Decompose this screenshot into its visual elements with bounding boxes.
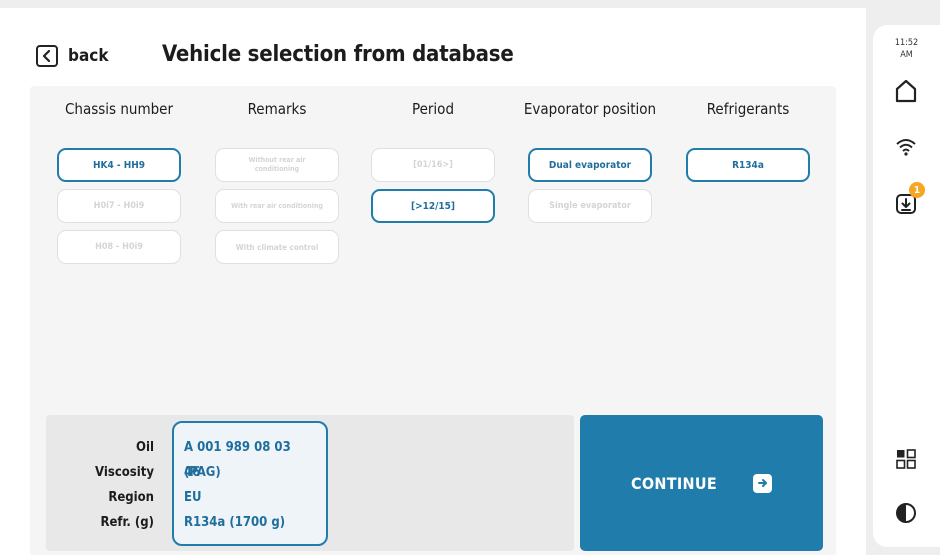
option-period-2[interactable]: [>12/15]	[371, 189, 495, 223]
wifi-icon[interactable]	[892, 133, 920, 161]
contrast-icon[interactable]	[892, 499, 920, 527]
info-values: A 001 989 08 03 (PAG) 46 EU R134a (1700 …	[184, 435, 326, 535]
column-remarks: Remarks Without rear air conditioning Wi…	[202, 100, 352, 271]
column-chassis-number: Chassis number HK4 - HH9 H0i7 - H0i9 H08…	[44, 100, 194, 271]
refrigerant-value: R134a (1700 g)	[184, 515, 286, 530]
oil-value: A 001 989 08 03 (PAG)	[184, 440, 291, 480]
column-title: Evaporator position	[523, 100, 657, 118]
column-title: Remarks	[247, 100, 307, 118]
continue-label: CONTINUE	[631, 473, 717, 493]
refrigerant-label: Refr. (g)	[100, 515, 154, 530]
back-label: back	[68, 46, 109, 66]
column-title: Period	[411, 100, 455, 118]
option-remarks-1: Without rear air conditioning	[215, 148, 339, 182]
oil-label: Oil	[136, 440, 154, 455]
download-icon[interactable]: 1	[892, 182, 925, 217]
clock: 11:52 AM	[873, 37, 940, 61]
option-remarks-2: With rear air conditioning	[215, 189, 339, 223]
option-chassis-1[interactable]: HK4 - HH9	[57, 148, 181, 182]
viscosity-label: Viscosity	[95, 465, 154, 480]
option-evaporator-2: Single evaporator	[528, 189, 652, 223]
vehicle-info-panel: Oil Viscosity Region Refr. (g) A 001 989…	[46, 415, 574, 551]
option-chassis-3: H08 - H0i9	[57, 230, 181, 264]
info-values-box: A 001 989 08 03 (PAG) 46 EU R134a (1700 …	[172, 421, 328, 546]
info-labels: Oil Viscosity Region Refr. (g)	[46, 435, 154, 535]
continue-button[interactable]: CONTINUE	[580, 415, 823, 551]
clock-time: 11:52	[894, 38, 919, 48]
column-period: Period [01/16>] [>12/15]	[358, 100, 508, 230]
home-icon[interactable]	[892, 77, 920, 105]
column-title: Chassis number	[64, 100, 174, 118]
region-value: EU	[184, 490, 202, 505]
apps-icon[interactable]	[892, 445, 920, 473]
option-remarks-3: With climate control	[215, 230, 339, 264]
column-evaporator-position: Evaporator position Dual evaporator Sing…	[515, 100, 665, 230]
arrow-right-icon	[753, 473, 772, 493]
status-sidebar: 11:52 AM 1	[873, 25, 940, 547]
clock-ampm: AM	[900, 50, 913, 60]
option-refrigerant-1[interactable]: R134a	[686, 148, 810, 182]
page-title: Vehicle selection from database	[162, 42, 514, 67]
option-evaporator-1[interactable]: Dual evaporator	[528, 148, 652, 182]
viscosity-value: 46	[184, 465, 201, 480]
column-title: Refrigerants	[706, 100, 790, 118]
option-period-1: [01/16>]	[371, 148, 495, 182]
download-badge: 1	[909, 182, 925, 198]
back-button[interactable]: back	[36, 44, 109, 68]
chevron-left-icon	[36, 45, 58, 67]
region-label: Region	[108, 490, 154, 505]
option-chassis-2: H0i7 - H0i9	[57, 189, 181, 223]
column-refrigerants: Refrigerants R134a	[673, 100, 823, 189]
